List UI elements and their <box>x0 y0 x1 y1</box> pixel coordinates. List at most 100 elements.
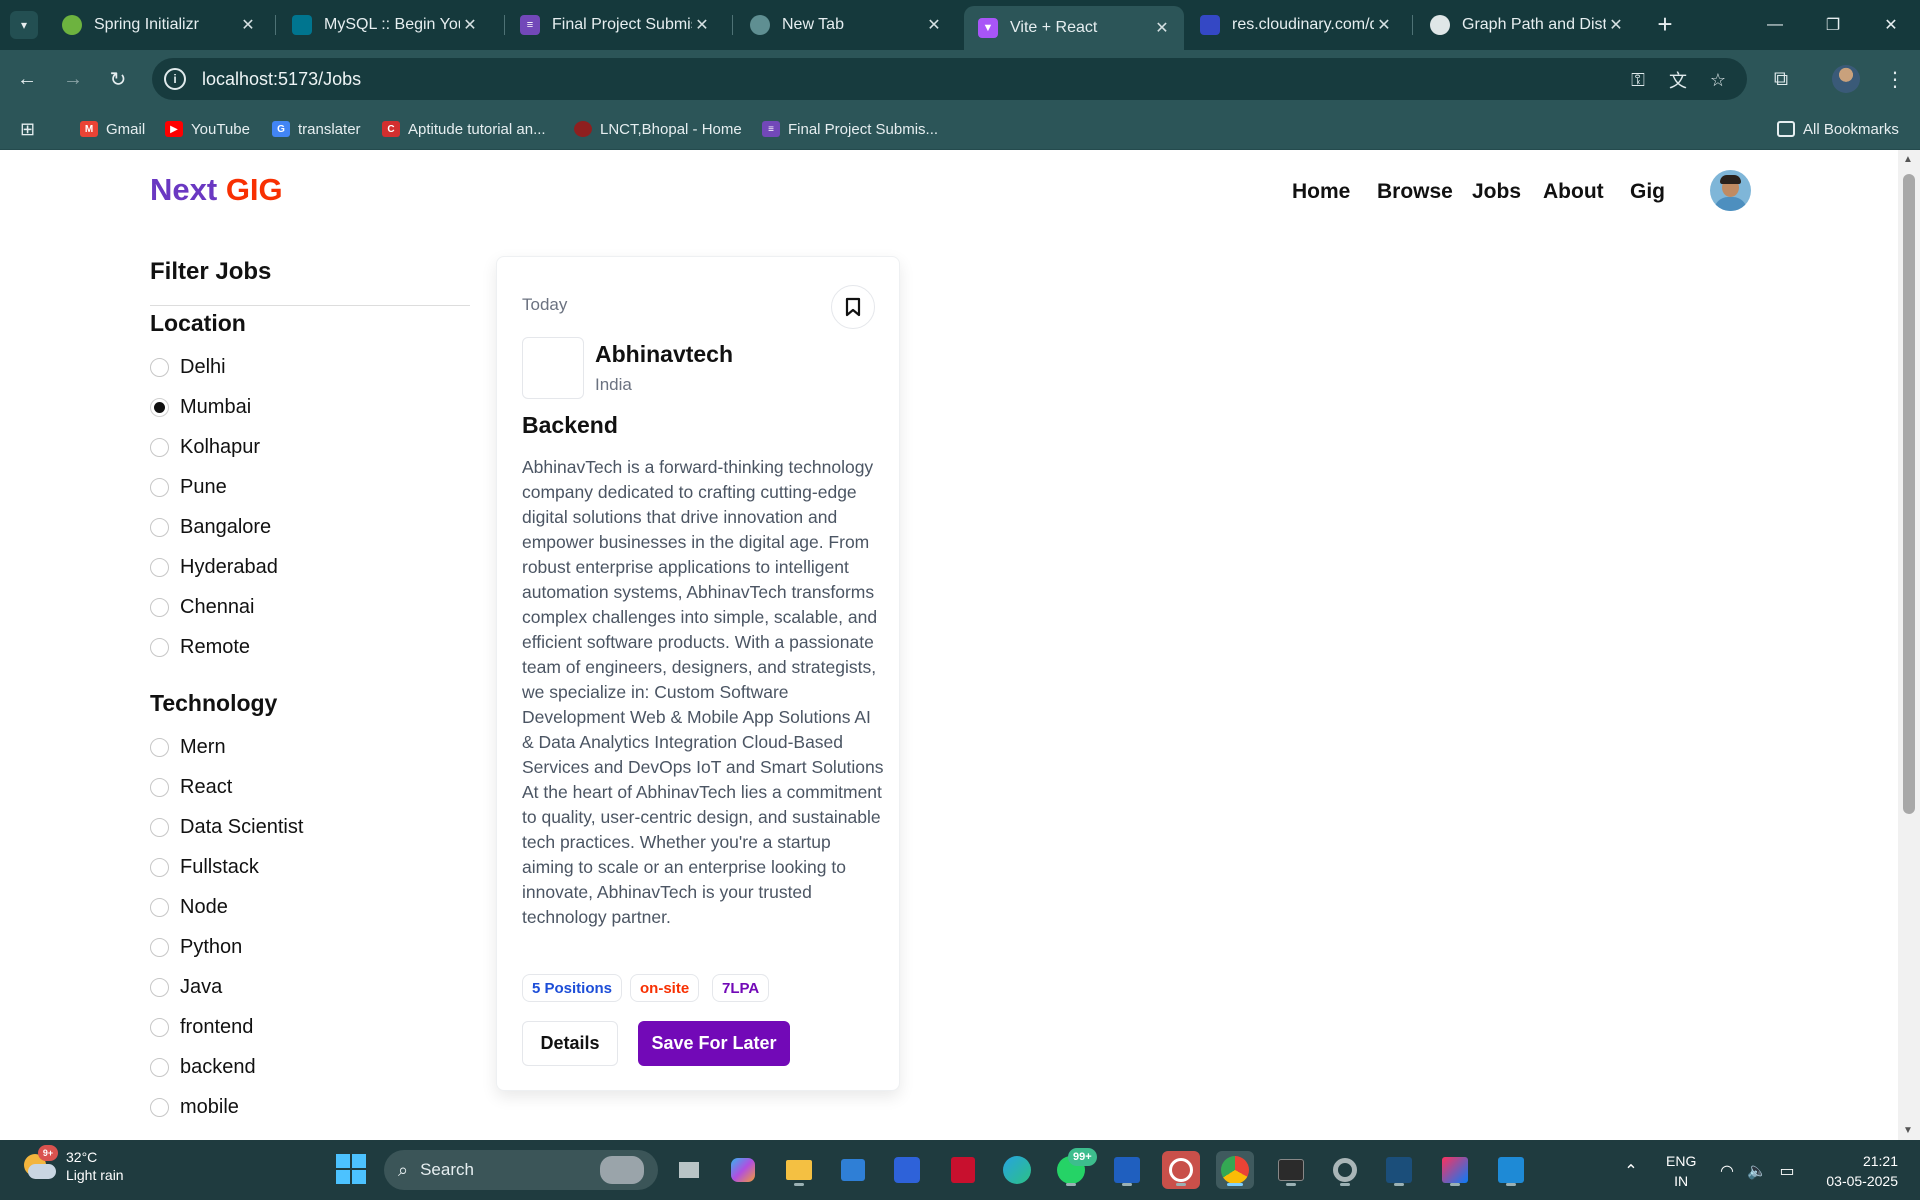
reload-icon[interactable]: ↻ <box>103 64 133 94</box>
radio-button[interactable] <box>150 817 169 837</box>
close-tab-icon[interactable]: ✕ <box>692 15 712 35</box>
filter-option-kolhapur[interactable]: Kolhapur <box>150 432 260 462</box>
close-tab-icon[interactable]: ✕ <box>460 15 480 35</box>
filter-option-mobile[interactable]: mobile <box>150 1092 239 1122</box>
filter-option-mumbai[interactable]: Mumbai <box>150 392 251 422</box>
scroll-thumb[interactable] <box>1903 174 1915 814</box>
scroll-down-icon[interactable]: ▼ <box>1903 1125 1913 1136</box>
radio-button[interactable] <box>150 737 169 757</box>
weather-widget[interactable]: 9+ 32°C Light rain <box>20 1145 124 1184</box>
tab-final-project[interactable]: ≡ Final Project Submiss ✕ <box>506 6 724 44</box>
forward-icon[interactable]: → <box>58 64 88 94</box>
new-tab-button[interactable]: + <box>1650 10 1680 40</box>
apps-grid-icon[interactable]: ⊞ <box>20 118 35 140</box>
file-explorer-icon[interactable] <box>780 1151 818 1189</box>
filter-option-hyderabad[interactable]: Hyderabad <box>150 552 278 582</box>
tab-search-dropdown-icon[interactable]: ▾ <box>10 11 38 39</box>
bookmark-gmail[interactable]: M Gmail <box>80 118 145 140</box>
filter-option-delhi[interactable]: Delhi <box>150 352 226 382</box>
filter-option-remote[interactable]: Remote <box>150 632 250 662</box>
tab-vite-react[interactable]: ▼ Vite + React ✕ <box>964 6 1184 50</box>
task-view-icon[interactable] <box>670 1151 708 1189</box>
scroll-up-icon[interactable]: ▲ <box>1903 154 1913 165</box>
restore-icon[interactable]: ❐ <box>1804 0 1862 50</box>
profile-avatar-icon[interactable] <box>1832 65 1860 93</box>
volume-muted-icon[interactable]: 🔈 <box>1746 1160 1768 1182</box>
bookmark-button[interactable] <box>831 285 875 329</box>
url-text[interactable]: localhost:5173/Jobs <box>202 69 361 90</box>
mysql-workbench-icon[interactable] <box>1380 1151 1418 1189</box>
close-tab-icon[interactable]: ✕ <box>1606 15 1626 35</box>
bookmark-aptitude[interactable]: C Aptitude tutorial an... <box>382 118 546 140</box>
vscode-icon[interactable] <box>1492 1151 1530 1189</box>
radio-button[interactable] <box>150 637 169 657</box>
filter-option-frontend[interactable]: frontend <box>150 1012 253 1042</box>
address-bar[interactable]: i localhost:5173/Jobs ⚿ 文 ☆ <box>152 58 1747 100</box>
site-logo[interactable]: Next GIG <box>150 172 283 208</box>
filter-option-data-scientist[interactable]: Data Scientist <box>150 812 303 842</box>
tab-graph-path[interactable]: Graph Path and Dista ✕ <box>1416 6 1638 44</box>
minimize-icon[interactable]: — <box>1746 0 1804 50</box>
radio-button[interactable] <box>150 357 169 377</box>
taskbar-search[interactable]: ⌕ Search <box>384 1150 658 1190</box>
radio-button[interactable] <box>150 1057 169 1077</box>
close-tab-icon[interactable]: ✕ <box>238 15 258 35</box>
radio-button-selected[interactable] <box>150 397 169 417</box>
filter-option-react[interactable]: React <box>150 772 232 802</box>
radio-button[interactable] <box>150 777 169 797</box>
nav-jobs[interactable]: Jobs <box>1472 180 1521 204</box>
show-hidden-icons[interactable]: ⌃ <box>1620 1160 1642 1182</box>
radio-button[interactable] <box>150 477 169 497</box>
all-bookmarks[interactable]: All Bookmarks <box>1777 118 1899 140</box>
filter-option-backend[interactable]: backend <box>150 1052 256 1082</box>
radio-button[interactable] <box>150 857 169 877</box>
settings-icon[interactable] <box>1326 1151 1364 1189</box>
close-tab-icon[interactable]: ✕ <box>1152 18 1172 38</box>
filter-option-bangalore[interactable]: Bangalore <box>150 512 271 542</box>
radio-button[interactable] <box>150 557 169 577</box>
intellij-icon[interactable] <box>1436 1151 1474 1189</box>
filter-option-pune[interactable]: Pune <box>150 472 227 502</box>
bookmark-star-icon[interactable]: ☆ <box>1705 67 1731 93</box>
filter-option-chennai[interactable]: Chennai <box>150 592 255 622</box>
radio-button[interactable] <box>150 897 169 917</box>
microsoft-store-icon[interactable] <box>834 1151 872 1189</box>
extensions-icon[interactable]: ⧉ <box>1766 64 1796 94</box>
translate-icon[interactable]: 文 <box>1665 67 1691 93</box>
nav-browse[interactable]: Browse <box>1377 180 1453 204</box>
user-avatar[interactable] <box>1710 170 1751 211</box>
azure-data-studio-icon[interactable] <box>888 1151 926 1189</box>
close-window-icon[interactable]: ✕ <box>1862 0 1920 50</box>
language-indicator[interactable]: ENG IN <box>1666 1151 1696 1191</box>
radio-button[interactable] <box>150 597 169 617</box>
tab-spring-initializr[interactable]: Spring Initializr ✕ <box>48 6 270 44</box>
filter-option-node[interactable]: Node <box>150 892 228 922</box>
clock[interactable]: 21:21 03-05-2025 <box>1814 1151 1898 1191</box>
battery-icon[interactable]: ▭ <box>1776 1160 1798 1182</box>
details-button[interactable]: Details <box>522 1021 618 1066</box>
word-icon[interactable] <box>1108 1151 1146 1189</box>
tab-new-tab[interactable]: New Tab ✕ <box>736 6 956 44</box>
tab-cloudinary[interactable]: res.cloudinary.com/d ✕ <box>1186 6 1406 44</box>
postman-icon[interactable] <box>1162 1151 1200 1189</box>
filter-option-java[interactable]: Java <box>150 972 222 1002</box>
radio-button[interactable] <box>150 1017 169 1037</box>
mcafee-icon[interactable] <box>944 1151 982 1189</box>
edge-icon[interactable] <box>998 1151 1036 1189</box>
nav-gig[interactable]: Gig <box>1630 180 1665 204</box>
save-for-later-button[interactable]: Save For Later <box>638 1021 790 1066</box>
windows-start-icon[interactable] <box>336 1154 366 1184</box>
page-scrollbar[interactable]: ▲ ▼ <box>1898 150 1920 1140</box>
radio-button[interactable] <box>150 937 169 957</box>
bookmark-lnct[interactable]: LNCT,Bhopal - Home <box>574 118 742 140</box>
wifi-icon[interactable]: ◠ <box>1716 1160 1738 1182</box>
filter-option-mern[interactable]: Mern <box>150 732 226 762</box>
close-tab-icon[interactable]: ✕ <box>1374 15 1394 35</box>
back-icon[interactable]: ← <box>12 64 42 94</box>
radio-button[interactable] <box>150 977 169 997</box>
close-tab-icon[interactable]: ✕ <box>924 15 944 35</box>
radio-button[interactable] <box>150 517 169 537</box>
bookmark-final-project[interactable]: ≡ Final Project Submis... <box>762 118 938 140</box>
radio-button[interactable] <box>150 1097 169 1117</box>
filter-option-fullstack[interactable]: Fullstack <box>150 852 259 882</box>
